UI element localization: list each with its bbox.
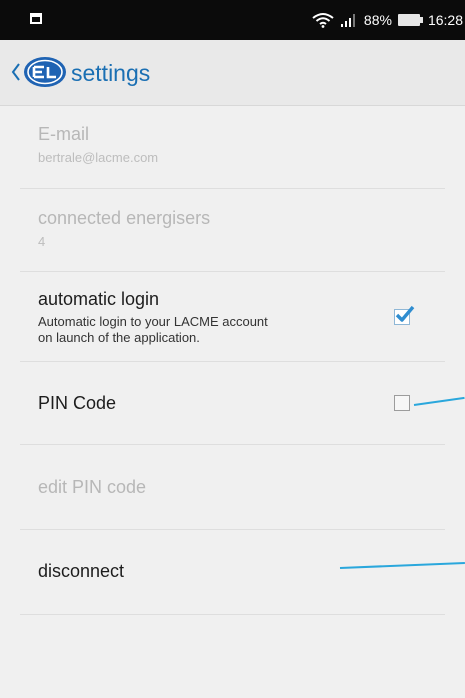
setting-summary: 4 bbox=[38, 234, 46, 249]
action-bar: settings bbox=[0, 40, 465, 106]
setting-title: connected energisers bbox=[38, 208, 211, 228]
setting-summary-line-1: Automatic login to your LACME account bbox=[38, 314, 268, 329]
setting-pin-code[interactable]: PIN Code bbox=[20, 362, 445, 445]
setting-title: edit PIN code bbox=[38, 477, 147, 497]
setting-summary: bertrale@lacme.com bbox=[38, 150, 159, 165]
battery-icon bbox=[397, 14, 423, 26]
battery-percentage: 88% bbox=[363, 12, 392, 28]
app-logo-icon[interactable] bbox=[23, 56, 67, 88]
chevron-left-icon[interactable] bbox=[11, 62, 21, 82]
signal-icon bbox=[340, 12, 358, 28]
notification-icon bbox=[30, 13, 42, 24]
status-indicators: 88% 16:28 bbox=[312, 0, 463, 40]
setting-connected-energisers: connected energisers 4 bbox=[20, 189, 445, 272]
settings-list: E-mail bertrale@lacme.com connected ener… bbox=[20, 106, 445, 615]
setting-edit-pin-code: edit PIN code bbox=[20, 445, 445, 530]
check-icon bbox=[395, 305, 415, 322]
setting-title: automatic login bbox=[38, 289, 160, 309]
setting-automatic-login[interactable]: automatic login Automatic login to your … bbox=[20, 272, 445, 362]
setting-title: disconnect bbox=[38, 561, 125, 581]
setting-email: E-mail bertrale@lacme.com bbox=[20, 106, 445, 189]
page-title: settings bbox=[71, 60, 151, 86]
status-bar: 88% 16:28 bbox=[0, 0, 465, 40]
clock: 16:28 bbox=[427, 12, 463, 28]
setting-summary-line-2: on launch of the application. bbox=[38, 330, 200, 345]
setting-title: E-mail bbox=[38, 124, 90, 144]
setting-title: PIN Code bbox=[38, 393, 117, 413]
setting-disconnect[interactable]: disconnect bbox=[20, 530, 445, 615]
automatic-login-checkbox[interactable] bbox=[394, 305, 415, 325]
pin-code-checkbox[interactable] bbox=[394, 395, 410, 411]
wifi-icon bbox=[312, 12, 334, 28]
